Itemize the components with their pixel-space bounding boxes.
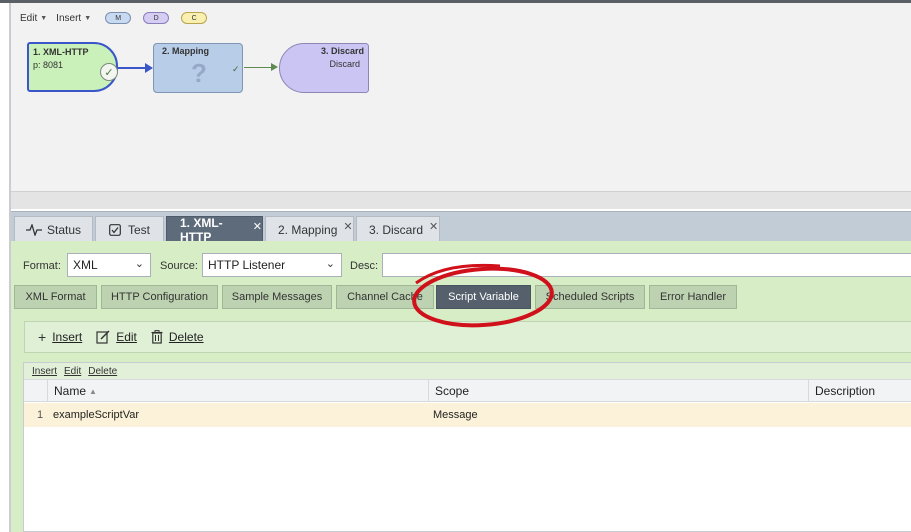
- node-title: 1. XML-HTTP: [33, 47, 89, 57]
- column-header-description[interactable]: Description: [808, 380, 911, 402]
- node-title: 2. Mapping: [162, 46, 209, 56]
- source-label: Source:: [160, 260, 198, 272]
- subtab-error-handler[interactable]: Error Handler: [649, 285, 737, 309]
- delete-label: Delete: [168, 330, 204, 344]
- cell-name: exampleScriptVar: [53, 409, 139, 421]
- question-mark-icon: ?: [191, 58, 207, 88]
- grid-insert-link[interactable]: Insert: [32, 366, 57, 377]
- tab-label: 2. Mapping: [278, 222, 338, 237]
- source-select[interactable]: HTTP Listener ⌄: [202, 253, 342, 277]
- node-xml-http[interactable]: 1. XML-HTTP p: 8081 ✓: [27, 42, 118, 92]
- cache-pill[interactable]: C: [181, 12, 208, 24]
- cell-scope: Message: [433, 409, 478, 421]
- grid-menu: Insert Edit Delete: [24, 363, 911, 379]
- grid-delete-link[interactable]: Delete: [88, 366, 117, 377]
- discard-pill[interactable]: D: [143, 12, 170, 24]
- source-panel: Format: XML ⌄ Source: HTTP Listener ⌄ De…: [11, 241, 911, 532]
- tab-label: 3. Discard: [369, 222, 424, 237]
- sort-asc-icon: ▲: [89, 386, 97, 396]
- delete-button[interactable]: Delete: [151, 330, 204, 344]
- table-row[interactable]: 1 exampleScriptVar Message: [24, 403, 911, 427]
- edit-menu[interactable]: Edit ▼: [20, 13, 47, 24]
- arrow-icon: [118, 63, 153, 73]
- designer-toolbar: Edit ▼ Insert ▼ M D C: [11, 7, 911, 29]
- check-circle-icon: ✓: [100, 63, 118, 81]
- desc-input[interactable]: [382, 253, 911, 277]
- tab-strip: Status Test 1. XML-HTTP ✕ 2. Mapping ✕ 3…: [11, 211, 911, 244]
- tab-mapping[interactable]: 2. Mapping ✕: [265, 216, 354, 242]
- edit-label: Edit: [116, 330, 137, 344]
- insert-button[interactable]: + Insert: [38, 329, 82, 345]
- tab-test[interactable]: Test: [95, 216, 164, 242]
- desc-label: Desc:: [350, 260, 379, 272]
- insert-menu-label: Insert: [56, 12, 82, 24]
- node-discard[interactable]: 3. Discard Discard: [279, 43, 369, 93]
- checkbox-icon: [109, 223, 121, 236]
- column-header-scope[interactable]: Scope: [428, 380, 808, 402]
- subtab-script-variable[interactable]: Script Variable: [436, 285, 531, 309]
- subtab-scheduled-scripts[interactable]: Scheduled Scripts: [535, 285, 645, 309]
- tab-discard[interactable]: 3. Discard ✕: [356, 216, 440, 242]
- format-label: Format:: [23, 260, 61, 272]
- script-variable-grid: Insert Edit Delete Name ▲ Scope Descript…: [23, 362, 911, 532]
- caret-down-icon: ▼: [40, 14, 48, 22]
- tab-label: 1. XML-HTTP: [180, 215, 223, 244]
- subtab-strip: XML Format HTTP Configuration Sample Mes…: [14, 285, 911, 309]
- close-icon[interactable]: ✕: [343, 220, 352, 233]
- column-header-name[interactable]: Name ▲: [47, 380, 430, 402]
- node-subtitle: p: 8081: [33, 60, 64, 70]
- edit-button[interactable]: Edit: [96, 330, 137, 344]
- insert-label: Insert: [52, 330, 83, 344]
- tab-label: Test: [127, 222, 150, 237]
- action-bar: + Insert Edit Delete: [24, 321, 911, 353]
- format-select[interactable]: XML ⌄: [67, 253, 151, 277]
- subtab-channel-cache[interactable]: Channel Cache: [336, 285, 434, 309]
- row-number: 1: [37, 409, 44, 421]
- column-label: Scope: [435, 384, 470, 398]
- check-icon: ✓: [232, 64, 240, 74]
- chevron-down-icon: ⌄: [325, 258, 335, 270]
- plus-icon: +: [38, 329, 47, 345]
- tab-xml-http[interactable]: 1. XML-HTTP ✕: [166, 215, 263, 244]
- node-subtitle: Discard: [329, 59, 360, 69]
- node-mapping[interactable]: 2. Mapping ? ✓: [153, 43, 243, 93]
- close-icon[interactable]: ✕: [429, 220, 438, 233]
- subtab-http-configuration[interactable]: HTTP Configuration: [101, 285, 218, 309]
- chevron-down-icon: ⌄: [134, 258, 144, 270]
- column-label: Description: [815, 384, 876, 398]
- edit-menu-label: Edit: [20, 12, 38, 24]
- subtab-xml-format[interactable]: XML Format: [14, 285, 97, 309]
- designer-scrollbar[interactable]: [11, 191, 911, 209]
- grid-edit-link[interactable]: Edit: [64, 366, 81, 377]
- activity-icon: [25, 223, 42, 236]
- trash-icon: [151, 330, 163, 344]
- caret-down-icon: ▼: [84, 14, 92, 22]
- flow-designer: Edit ▼ Insert ▼ M D C 1. XML-HTTP p: 808…: [11, 3, 911, 209]
- format-value: XML: [73, 258, 98, 272]
- subtab-sample-messages[interactable]: Sample Messages: [222, 285, 332, 309]
- edit-icon: [96, 330, 110, 344]
- tab-status[interactable]: Status: [14, 216, 93, 242]
- close-icon[interactable]: ✕: [253, 220, 262, 233]
- source-value: HTTP Listener: [208, 258, 286, 272]
- mapping-pill[interactable]: M: [105, 12, 132, 24]
- form-row: Format: XML ⌄ Source: HTTP Listener ⌄ De…: [11, 253, 911, 279]
- tab-label: Status: [46, 222, 82, 237]
- column-label: Name: [54, 384, 87, 398]
- grid-header: Name ▲ Scope Description: [24, 379, 911, 402]
- arrow-icon: [244, 63, 278, 71]
- insert-menu[interactable]: Insert ▼: [56, 13, 91, 24]
- node-title: 3. Discard: [320, 46, 364, 56]
